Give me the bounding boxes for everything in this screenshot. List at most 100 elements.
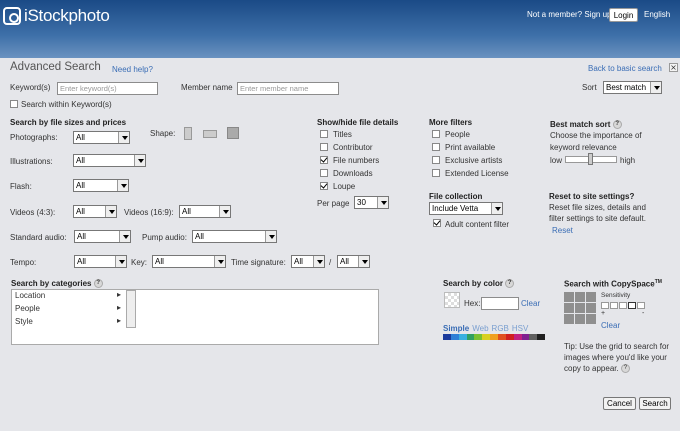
slider-high-label: high: [620, 156, 636, 165]
color-swatch[interactable]: [505, 334, 514, 340]
arrow-right-icon[interactable]: ▸: [117, 316, 121, 325]
color-swatch[interactable]: [450, 334, 459, 340]
sign-up-link[interactable]: Not a member? Sign up: [527, 10, 612, 19]
login-button[interactable]: Login: [609, 8, 638, 22]
detail-checkbox[interactable]: [320, 169, 328, 177]
filter-checkbox[interactable]: [432, 169, 440, 177]
chevron-down-icon: [377, 197, 388, 208]
shape-square-icon[interactable]: [227, 127, 239, 139]
videos169-select[interactable]: All: [179, 205, 231, 218]
hex-input[interactable]: [481, 297, 519, 310]
copyspace-cell[interactable]: [586, 303, 596, 313]
copyspace-cell[interactable]: [564, 292, 574, 302]
videos43-label: Videos (4:3):: [10, 208, 56, 217]
category-item[interactable]: People: [15, 304, 40, 313]
per-page-select[interactable]: 30: [354, 196, 389, 209]
color-swatch[interactable]: [537, 334, 546, 340]
sensitivity-box[interactable]: [637, 302, 645, 309]
color-clear-link[interactable]: Clear: [521, 299, 540, 308]
copyspace-cell[interactable]: [575, 292, 585, 302]
key-label: Key:: [131, 258, 148, 267]
shape-label: Shape:: [150, 129, 176, 138]
sensitivity-box[interactable]: [601, 302, 609, 309]
language-link[interactable]: English: [644, 10, 670, 19]
adult-content-checkbox[interactable]: [433, 219, 441, 227]
best-match-heading: Best match sort ?: [550, 120, 622, 130]
color-swatch[interactable]: [466, 334, 475, 340]
reset-link[interactable]: Reset: [552, 226, 573, 235]
sort-label: Sort: [582, 83, 597, 92]
copyspace-cell[interactable]: [564, 303, 574, 313]
file-collection-heading: File collection: [429, 192, 483, 201]
color-swatch[interactable]: [497, 334, 506, 340]
search-within-checkbox[interactable]: [10, 100, 18, 108]
color-mode-tabs: Simple Web RGB HSV: [443, 324, 528, 333]
category-item[interactable]: Location: [15, 291, 45, 300]
category-item[interactable]: Style: [15, 317, 33, 326]
shape-landscape-icon[interactable]: [203, 130, 217, 138]
copyspace-cell[interactable]: [586, 314, 596, 324]
pump-audio-select[interactable]: All: [192, 230, 277, 243]
keyword-input[interactable]: Enter keyword(s): [57, 82, 158, 95]
filter-checkbox[interactable]: [432, 156, 440, 164]
standard-audio-select[interactable]: All: [74, 230, 131, 243]
arrow-right-icon[interactable]: ▸: [117, 290, 121, 299]
per-page-label: Per page: [317, 199, 350, 208]
copyspace-cell[interactable]: [564, 314, 574, 324]
flash-select[interactable]: All: [73, 179, 129, 192]
cancel-button[interactable]: Cancel: [603, 397, 636, 410]
filter-checkbox[interactable]: [432, 143, 440, 151]
copyspace-cell[interactable]: [586, 292, 596, 302]
tempo-select[interactable]: All: [74, 255, 127, 268]
tempo-value: All: [77, 257, 86, 266]
color-swatch[interactable]: [521, 334, 530, 340]
sensitivity-box[interactable]: [619, 302, 627, 309]
file-collection-value: Include Vetta: [432, 204, 479, 213]
arrow-right-icon[interactable]: ▸: [117, 303, 121, 312]
color-swatch[interactable]: [490, 334, 499, 340]
filter-checkbox[interactable]: [432, 130, 440, 138]
time-signature-select-2[interactable]: All: [337, 255, 370, 268]
copyspace-cell[interactable]: [575, 303, 585, 313]
help-icon[interactable]: ?: [612, 120, 622, 130]
categories-scrollbar[interactable]: [126, 290, 136, 328]
shape-portrait-icon[interactable]: [184, 127, 192, 140]
detail-checkbox[interactable]: [320, 143, 328, 151]
color-mode-tab[interactable]: HSV: [512, 324, 528, 333]
file-collection-select[interactable]: Include Vetta: [429, 202, 503, 215]
keyword-label: Keyword(s): [10, 83, 51, 92]
color-swatch[interactable]: [474, 334, 483, 340]
member-name-input[interactable]: Enter member name: [237, 82, 339, 95]
sensitivity-box[interactable]: [610, 302, 618, 309]
color-swatch[interactable]: [482, 334, 491, 340]
color-swatch[interactable]: [458, 334, 467, 340]
color-swatch[interactable]: [513, 334, 522, 340]
istockphoto-logo[interactable]: iStockphoto: [3, 5, 110, 27]
color-mode-tab[interactable]: Web: [472, 324, 488, 333]
sensitivity-box[interactable]: [628, 302, 636, 309]
help-icon[interactable]: ?: [620, 364, 630, 374]
sort-select[interactable]: Best match: [603, 81, 662, 94]
close-icon[interactable]: ×: [669, 63, 678, 72]
detail-checkbox[interactable]: [320, 182, 328, 190]
back-to-basic-link[interactable]: Back to basic search: [588, 64, 662, 73]
key-select[interactable]: All: [152, 255, 226, 268]
color-mode-tab[interactable]: RGB: [492, 324, 509, 333]
detail-checkbox[interactable]: [320, 130, 328, 138]
need-help-link[interactable]: Need help?: [112, 65, 153, 74]
help-icon[interactable]: ?: [93, 279, 103, 289]
copyspace-clear-link[interactable]: Clear: [601, 321, 620, 330]
relevance-slider-thumb[interactable]: [588, 153, 593, 165]
photographs-value: All: [76, 133, 85, 142]
color-swatch[interactable]: [529, 334, 538, 340]
detail-checkbox[interactable]: [320, 156, 328, 164]
videos43-select[interactable]: All: [73, 205, 117, 218]
search-button[interactable]: Search: [639, 397, 671, 410]
time-signature-select-1[interactable]: All: [291, 255, 325, 268]
color-mode-tab[interactable]: Simple: [443, 324, 469, 333]
help-icon[interactable]: ?: [505, 279, 515, 289]
photographs-select[interactable]: All: [73, 131, 130, 144]
copyspace-cell[interactable]: [575, 314, 585, 324]
illustrations-select[interactable]: All: [73, 154, 146, 167]
color-swatch[interactable]: [443, 334, 451, 340]
